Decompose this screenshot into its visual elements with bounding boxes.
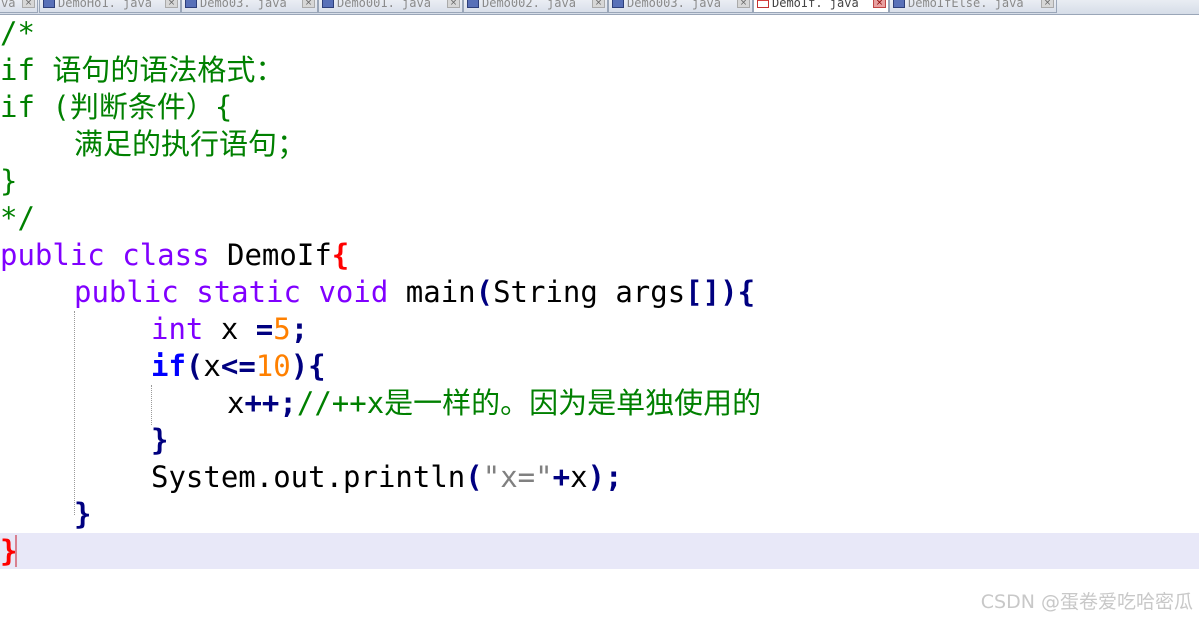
comment-text: { [214, 90, 233, 124]
tab-close-icon[interactable]: × [592, 0, 605, 8]
code-line-12: } [151, 422, 168, 459]
comment-text: 是一样的。因为是单独使用的 [384, 386, 762, 420]
code-line-14: } [74, 496, 91, 533]
comment-text: 语句的语法格式： [52, 53, 285, 87]
tab-label: Demo003. java [627, 0, 721, 10]
indent-guide [74, 311, 75, 515]
tab-close-icon[interactable]: × [873, 0, 886, 8]
watermark: CSDN @蛋卷爱吃哈密瓜 [980, 591, 1193, 613]
tab-demo002[interactable]: Demo002. java × [463, 0, 608, 13]
tab-demoho1[interactable]: DemoHo1. java × [39, 0, 181, 13]
operator: []) [685, 275, 738, 309]
indent-guide [151, 385, 152, 425]
operator: = [255, 312, 274, 346]
tab-close-icon[interactable]: × [165, 0, 178, 8]
code-line-7: public class DemoIf{ [0, 237, 349, 274]
tab-label: DemoHo1. java [58, 0, 152, 10]
comment-text: */ [0, 201, 35, 235]
code-line-5: } [0, 163, 17, 200]
tab-close-icon[interactable]: × [1041, 0, 1054, 8]
method-call: System.out.println [151, 460, 466, 494]
number-literal: 10 [255, 349, 291, 383]
tab-label: DemoIf. java [772, 0, 859, 10]
java-file-icon [757, 0, 769, 8]
operator: ( [185, 349, 204, 383]
string-literal: "x=" [482, 460, 553, 494]
comment-text: } [0, 164, 18, 198]
editor-tab-bar: va × DemoHo1. java × Demo03. java × Demo… [0, 0, 1199, 15]
comment-text: if [0, 53, 53, 87]
tab-label: va [1, 0, 16, 10]
java-file-icon [322, 0, 334, 8]
tab-demoifelse[interactable]: DemoIfElse. java × [889, 0, 1057, 13]
current-line-highlight [0, 533, 1199, 569]
tab-label: DemoIfElse. java [908, 0, 1024, 10]
code-line-2: if 语句的语法格式： [0, 52, 284, 89]
operator: ); [587, 460, 623, 494]
comment-text: 判断条件） [69, 90, 215, 124]
tab-demo001[interactable]: Demo001. java × [318, 0, 463, 13]
identifier: x [203, 349, 221, 383]
keyword: static [196, 275, 301, 309]
keyword: public [0, 238, 105, 272]
code-line-11: x++;//++x是一样的。因为是单独使用的 [227, 385, 761, 422]
brace: { [331, 238, 350, 272]
method-name: main [405, 275, 476, 309]
tab-label: Demo002. java [482, 0, 576, 10]
java-file-icon [43, 0, 55, 8]
type-name: String [493, 275, 598, 309]
identifier: x [220, 312, 239, 346]
java-file-icon [467, 0, 479, 8]
operator: ; [290, 312, 309, 346]
java-file-icon [612, 0, 624, 8]
keyword: void [318, 275, 389, 309]
code-line-9: int x =5; [151, 311, 308, 348]
code-line-10: if(x<=10){ [151, 348, 326, 385]
tab-close-icon[interactable]: × [302, 0, 315, 8]
operator: ){ [290, 349, 326, 383]
operator: <= [220, 349, 256, 383]
brace: } [74, 497, 92, 531]
comment-text: /* [0, 16, 35, 50]
tab-close-icon[interactable]: × [737, 0, 750, 8]
keyword: public [74, 275, 179, 309]
operator: ( [475, 275, 494, 309]
identifier: x [570, 460, 588, 494]
code-line-13: System.out.println("x="+x); [151, 459, 622, 496]
keyword: if [151, 349, 186, 383]
code-editor[interactable]: /* if 语句的语法格式： if (判断条件）{ 满足的执行语句； } */ … [0, 15, 1199, 620]
java-file-icon [185, 0, 197, 8]
tab-demoif[interactable]: DemoIf. java × [753, 0, 889, 13]
identifier: args [615, 275, 686, 309]
number-literal: 5 [273, 312, 291, 346]
code-line-3: if (判断条件）{ [0, 89, 232, 126]
code-line-6: */ [0, 200, 35, 237]
code-line-1: /* [0, 15, 35, 52]
text-caret [15, 535, 17, 567]
brace: } [151, 423, 169, 457]
identifier: x [227, 386, 245, 420]
operator: + [552, 460, 571, 494]
tab-demo03[interactable]: Demo03. java × [181, 0, 318, 13]
keyword: class [122, 238, 210, 272]
brace: { [737, 275, 756, 309]
code-line-8: public static void main(String args[]){ [74, 274, 755, 311]
class-name: DemoIf [227, 238, 332, 272]
comment-text: 满足的执行语句； [74, 127, 307, 161]
tab-close-icon[interactable]: × [447, 0, 460, 8]
tab-demo003[interactable]: Demo003. java × [608, 0, 753, 13]
java-file-icon [893, 0, 905, 8]
keyword: int [151, 312, 204, 346]
operator: ( [465, 460, 483, 494]
operator: ++; [244, 386, 297, 420]
tab-partial[interactable]: va × [0, 0, 38, 13]
tab-label: Demo001. java [337, 0, 431, 10]
comment-text: if ( [0, 90, 70, 124]
code-line-4: 满足的执行语句； [74, 126, 306, 163]
tab-close-icon[interactable]: × [22, 0, 35, 8]
tab-label: Demo03. java [200, 0, 287, 10]
comment-text: //++x [296, 386, 385, 420]
